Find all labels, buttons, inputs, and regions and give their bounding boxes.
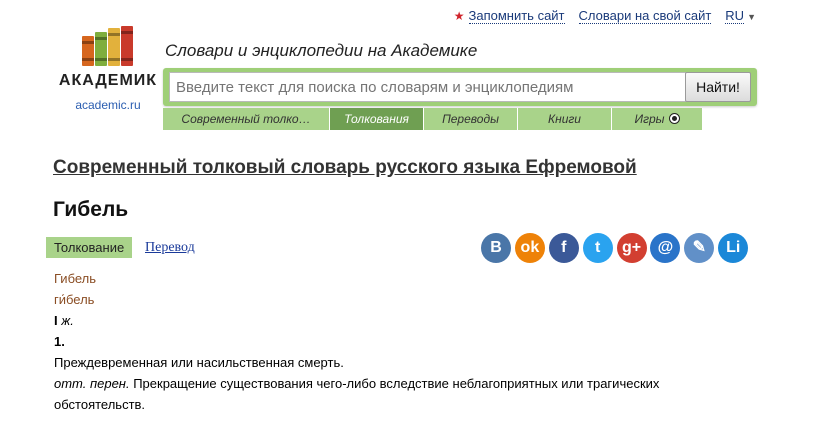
google-plus-icon[interactable]: g+ <box>616 233 647 263</box>
tab-games[interactable]: Игры <box>612 108 703 130</box>
definition-tab-active[interactable]: Толкование <box>46 237 133 258</box>
section-tabs: Современный толко… Толкования Переводы К… <box>163 108 703 130</box>
page-title: Гибель <box>53 198 129 221</box>
language-label[interactable]: RU <box>725 8 745 24</box>
site-tagline: Словари и энциклопедии на Академике <box>165 41 478 60</box>
book-green <box>95 32 107 66</box>
dictionary-title-link[interactable]: Современный толковый словарь русского яз… <box>53 157 637 179</box>
vk-icon[interactable]: В <box>481 233 511 263</box>
definition-1: Преждевременная или насильственная смерт… <box>54 355 344 370</box>
book-orange <box>82 36 94 66</box>
sense-number: 1. <box>54 334 65 349</box>
entry-word-stressed: ги́бель <box>54 292 95 307</box>
entry-word: Гибель <box>54 271 97 286</box>
books-logo-icon <box>78 26 138 66</box>
bookmark-site-link[interactable]: Запомнить сайт <box>468 8 565 24</box>
homonym-number: I <box>54 313 58 328</box>
livejournal-icon[interactable]: ✎ <box>684 233 715 263</box>
gender-mark: ж. <box>61 313 74 328</box>
tab-definitions[interactable]: Толкования <box>330 108 424 130</box>
top-navigation: ★ Запомнить сайт Словари на свой сайт RU ▼ <box>453 8 756 24</box>
mail-icon[interactable]: @ <box>650 233 681 263</box>
star-icon: ★ <box>453 9 465 23</box>
search-button[interactable]: Найти! <box>685 72 751 102</box>
social-share-bar: Вok f t g+ @ ✎ Li <box>481 233 752 263</box>
soccer-ball-icon <box>668 113 680 124</box>
brand-name: АКАДЕМИК <box>58 72 158 89</box>
entry-grammar: I ж. <box>54 310 744 331</box>
dictionary-entry: Гибель ги́бель I ж. 1. Преждевременная и… <box>54 268 744 415</box>
search-bar: Найти! <box>163 68 757 106</box>
facebook-icon[interactable]: f <box>548 233 579 263</box>
definition-2: отт. перен. Прекращение существования че… <box>54 373 744 415</box>
site-url[interactable]: academic.ru <box>58 98 158 112</box>
book-red <box>121 26 133 66</box>
tab-games-label: Игры <box>634 112 665 126</box>
language-selector[interactable]: RU ▼ <box>725 8 756 24</box>
odnoklassniki-icon[interactable]: ok <box>514 233 545 263</box>
book-yellow <box>108 28 120 66</box>
caret-down-icon: ▼ <box>747 12 756 22</box>
translation-link[interactable]: Перевод <box>145 240 195 256</box>
tab-current-dictionary[interactable]: Современный толко… <box>163 108 330 130</box>
twitter-icon[interactable]: t <box>582 233 613 263</box>
usage-note: отт. перен. <box>54 376 130 391</box>
site-logo[interactable]: АКАДЕМИК academic.ru <box>58 26 158 112</box>
definition-2-text: Прекращение существования чего-либо всле… <box>54 376 660 412</box>
search-input[interactable] <box>169 72 689 102</box>
tab-books[interactable]: Книги <box>518 108 612 130</box>
dictionaries-for-site-link[interactable]: Словари на свой сайт <box>578 8 712 24</box>
liveinternet-icon[interactable]: Li <box>718 233 749 263</box>
tab-translations[interactable]: Переводы <box>424 108 518 130</box>
